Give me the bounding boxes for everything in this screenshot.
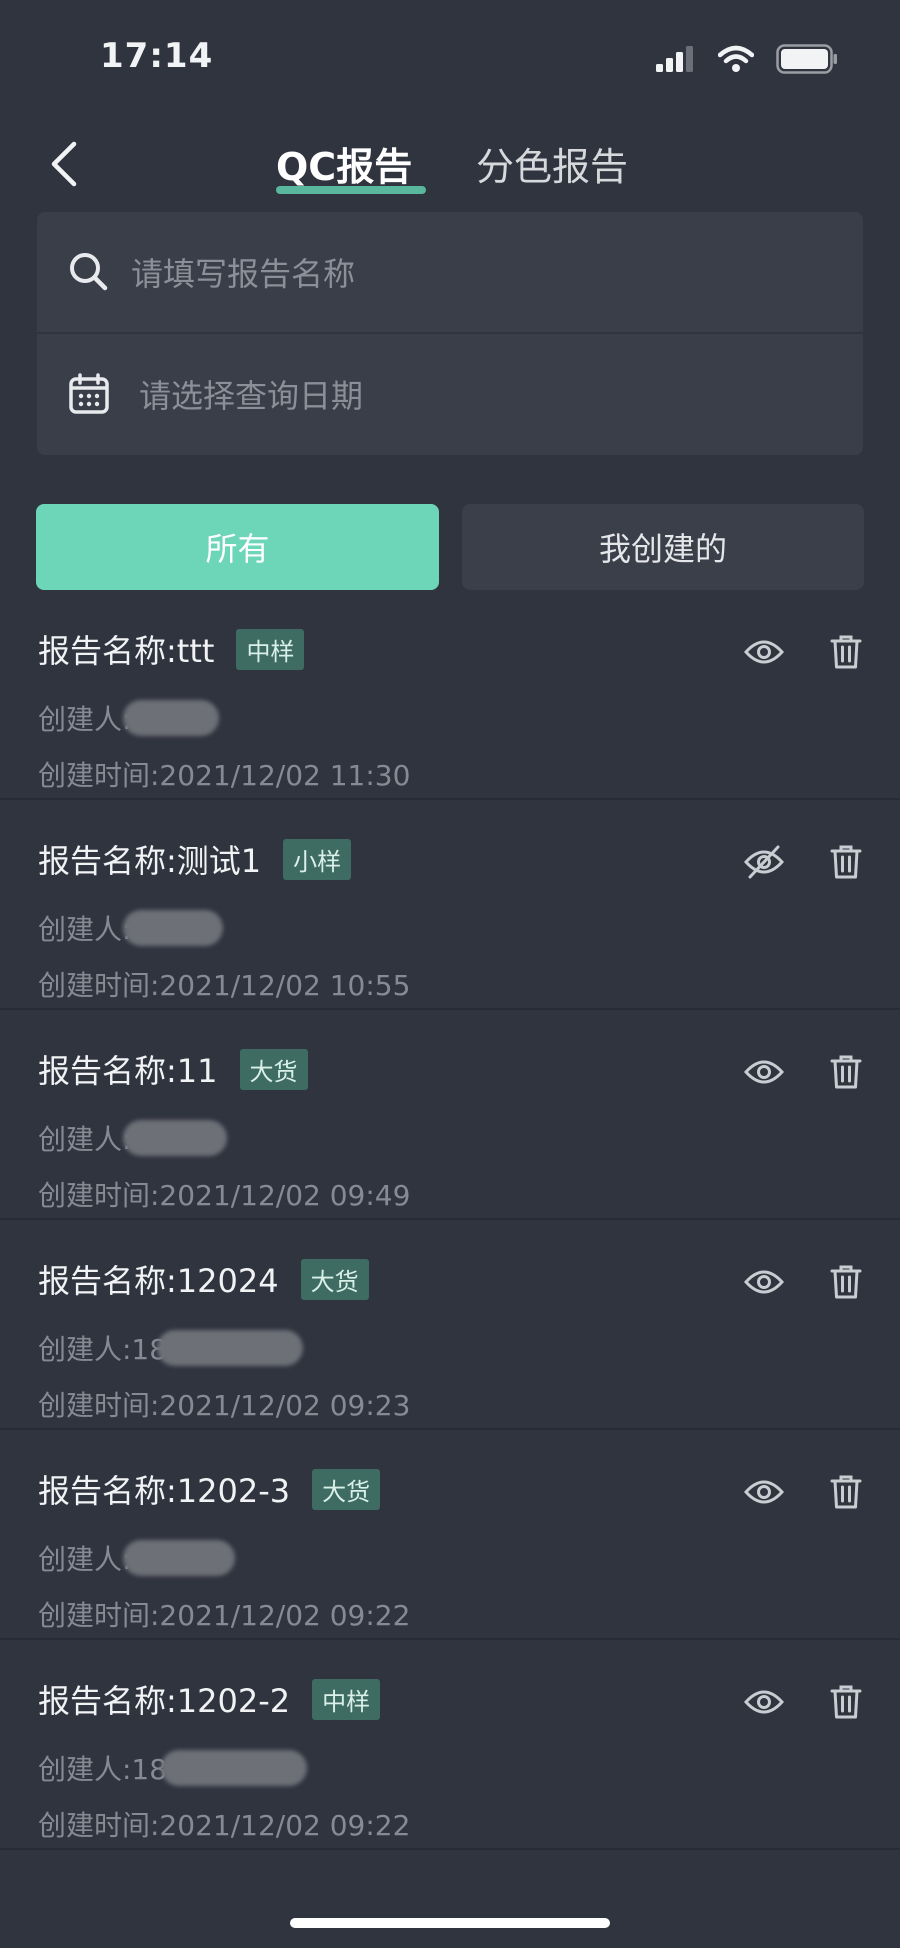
view-button[interactable] — [738, 1256, 790, 1308]
created-time: 创建时间:2021/12/02 10:55 — [38, 969, 411, 1002]
tab-qc-report[interactable]: QC报告 — [276, 136, 412, 191]
report-item[interactable]: 报告名称:ttt 中样 创建人: 创建时间:2021/12/02 11:30 — [0, 590, 900, 800]
eye-icon — [744, 1480, 784, 1504]
trash-icon — [830, 845, 862, 879]
redacted-creator — [123, 1120, 228, 1156]
delete-button[interactable] — [820, 1466, 872, 1518]
wifi-icon — [718, 45, 754, 72]
redacted-creator — [123, 1540, 236, 1576]
redacted-creator — [123, 910, 224, 946]
status-time: 17:14 — [100, 36, 214, 76]
calendar-icon — [69, 373, 109, 414]
report-name: 报告名称:ttt — [38, 632, 215, 670]
report-item[interactable]: 报告名称:1202-3 大货 创建人: 创建时间:2021/12/02 09:2… — [0, 1430, 900, 1640]
toggle-visibility-button[interactable] — [738, 836, 790, 888]
report-name: 报告名称:测试1 — [38, 842, 262, 880]
delete-button[interactable] — [820, 1256, 872, 1308]
report-tag: 大货 — [300, 1258, 369, 1300]
nav-bar: QC报告 分色报告 — [0, 120, 900, 210]
trash-icon — [830, 1055, 862, 1089]
report-name: 报告名称:1202-2 — [38, 1682, 291, 1720]
report-tag: 中样 — [312, 1678, 381, 1720]
eye-icon — [744, 1060, 784, 1084]
created-time: 创建时间:2021/12/02 09:49 — [38, 1179, 411, 1212]
search-input[interactable]: 请填写报告名称 — [131, 249, 355, 295]
report-tag: 中样 — [236, 628, 305, 670]
redacted-creator — [123, 700, 220, 736]
delete-button[interactable] — [820, 1046, 872, 1098]
battery-icon — [776, 44, 837, 74]
eye-off-icon — [744, 845, 784, 879]
date-picker[interactable]: 请选择查询日期 — [37, 334, 863, 454]
eye-icon — [744, 1270, 784, 1294]
report-name-search[interactable]: 请填写报告名称 — [37, 212, 863, 332]
report-tag: 大货 — [239, 1048, 308, 1090]
view-button[interactable] — [738, 1466, 790, 1518]
signal-icon — [656, 46, 693, 72]
trash-icon — [830, 635, 862, 669]
tab-color-report[interactable]: 分色报告 — [476, 136, 628, 191]
eye-icon — [744, 1690, 784, 1714]
view-button[interactable] — [738, 626, 790, 678]
report-item[interactable]: 报告名称:测试1 小样 创建人: 创建时间:2021/12/02 10:55 — [0, 800, 900, 1010]
eye-icon — [744, 640, 784, 664]
report-name: 报告名称:1202-3 — [38, 1472, 291, 1510]
creator-label: 创建人: — [38, 1543, 132, 1576]
report-name: 报告名称:12024 — [38, 1262, 279, 1300]
date-input[interactable]: 请选择查询日期 — [139, 371, 363, 417]
delete-button[interactable] — [820, 1676, 872, 1728]
creator-label: 创建人: — [38, 703, 132, 736]
creator-label: 创建人: — [38, 1123, 132, 1156]
creator-label: 创建人:18 — [38, 1333, 168, 1366]
report-list: 报告名称:ttt 中样 创建人: 创建时间:2021/12/02 11:30 报… — [0, 590, 900, 1850]
trash-icon — [830, 1685, 862, 1719]
back-button[interactable] — [40, 134, 88, 194]
chevron-left-icon — [51, 141, 77, 187]
search-panel: 请填写报告名称 请选择查询日期 — [37, 212, 863, 455]
redacted-creator — [161, 1750, 308, 1786]
status-bar: 17:14 — [0, 0, 900, 120]
creator-label: 创建人: — [38, 913, 132, 946]
delete-button[interactable] — [820, 626, 872, 678]
report-name: 报告名称:11 — [38, 1052, 218, 1090]
delete-button[interactable] — [820, 836, 872, 888]
view-button[interactable] — [738, 1676, 790, 1728]
creator-label: 创建人:18 — [38, 1753, 168, 1786]
created-time: 创建时间:2021/12/02 11:30 — [38, 759, 411, 792]
status-icons — [656, 44, 838, 74]
created-time: 创建时间:2021/12/02 09:23 — [38, 1389, 411, 1422]
home-indicator — [290, 1918, 610, 1928]
search-icon — [70, 253, 108, 291]
filter-mine-button[interactable]: 我创建的 — [462, 504, 864, 590]
view-button[interactable] — [738, 1046, 790, 1098]
report-item[interactable]: 报告名称:12024 大货 创建人:18 创建时间:2021/12/02 09:… — [0, 1220, 900, 1430]
redacted-creator — [157, 1330, 304, 1366]
created-time: 创建时间:2021/12/02 09:22 — [38, 1599, 411, 1632]
filter-all-button[interactable]: 所有 — [36, 504, 439, 590]
report-tag: 小样 — [283, 838, 352, 880]
report-tag: 大货 — [312, 1468, 381, 1510]
trash-icon — [830, 1475, 862, 1509]
report-item[interactable]: 报告名称:11 大货 创建人: 创建时间:2021/12/02 09:49 — [0, 1010, 900, 1220]
report-item[interactable]: 报告名称:1202-2 中样 创建人:18 创建时间:2021/12/02 09… — [0, 1640, 900, 1850]
trash-icon — [830, 1265, 862, 1299]
created-time: 创建时间:2021/12/02 09:22 — [38, 1809, 411, 1842]
